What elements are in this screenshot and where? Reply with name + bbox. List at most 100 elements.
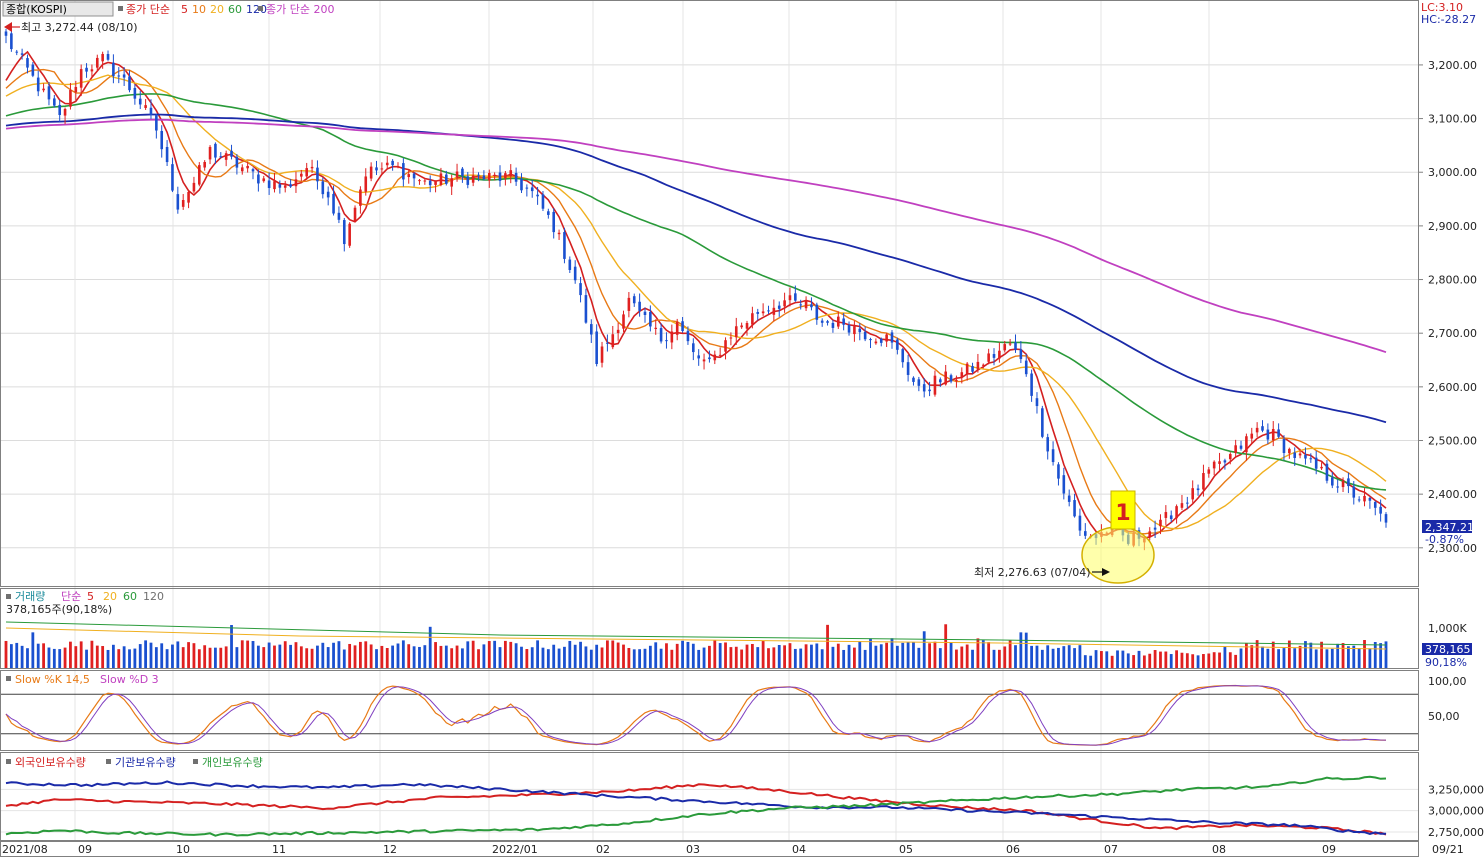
candle-body bbox=[326, 191, 330, 198]
candle-body bbox=[632, 296, 636, 304]
volume-bar bbox=[128, 649, 131, 668]
volume-bar bbox=[391, 645, 395, 668]
volume-bar bbox=[541, 647, 545, 668]
volume-bar bbox=[1169, 654, 1173, 668]
candle-body bbox=[697, 355, 700, 359]
candle-body bbox=[439, 173, 443, 185]
candle-body bbox=[976, 361, 980, 370]
stoch-tick-50: 50,00 bbox=[1428, 710, 1460, 723]
candle-body bbox=[482, 175, 486, 180]
candle-body bbox=[353, 207, 357, 222]
candle-body bbox=[810, 304, 813, 308]
volume-bar bbox=[1347, 646, 1350, 668]
volume-bar bbox=[729, 647, 733, 668]
candle-body bbox=[649, 311, 652, 327]
candle-body bbox=[1341, 480, 1345, 488]
index-label: 종합(KOSPI) bbox=[6, 3, 67, 16]
volume-bar bbox=[133, 648, 137, 668]
volume-bar bbox=[101, 646, 105, 668]
volume-bar bbox=[922, 631, 926, 668]
price-tick-label-7: 2,500.00 bbox=[1428, 435, 1477, 448]
candle-body bbox=[144, 105, 147, 108]
volume-bar bbox=[69, 641, 72, 668]
candle-body bbox=[1245, 436, 1248, 453]
slow-d-label: Slow %D 3 bbox=[100, 673, 159, 686]
volume-bar bbox=[853, 647, 856, 668]
volume-bar bbox=[1363, 640, 1366, 668]
candle-body bbox=[1062, 475, 1066, 494]
holdings-legend: 외국인보유수량 기관보유수량 개인보유수량 bbox=[6, 756, 263, 769]
candle-body bbox=[724, 340, 727, 352]
volume-bar bbox=[1234, 654, 1238, 668]
candle-body bbox=[675, 322, 679, 335]
candle-body bbox=[670, 331, 674, 343]
hc-label: HC:-28.27 bbox=[1421, 13, 1476, 26]
candle-body bbox=[767, 310, 770, 312]
price-tick-label-6: 2,600.00 bbox=[1428, 381, 1477, 394]
volume-ma-20: 20 bbox=[103, 590, 117, 603]
volume-bar bbox=[1202, 654, 1205, 668]
volume-bar bbox=[106, 649, 110, 668]
volume-bar bbox=[52, 648, 56, 668]
candle-body bbox=[547, 211, 550, 215]
candle-body bbox=[740, 325, 743, 328]
volume-bar bbox=[530, 647, 534, 668]
kospi-chart[interactable]: 3,200.00 3,100.00 3,000.00 2,900.00 2,800.00… bbox=[0, 0, 1484, 858]
candle-body bbox=[1261, 426, 1264, 431]
volume-bar bbox=[783, 645, 786, 668]
volume-bar bbox=[181, 647, 185, 668]
candle-body bbox=[1239, 445, 1243, 449]
volume-bar bbox=[1116, 650, 1119, 668]
volume-ma-60: 60 bbox=[123, 590, 137, 603]
candle-body bbox=[257, 174, 260, 184]
candle-body bbox=[493, 174, 496, 176]
legend-bullet-indiv bbox=[193, 759, 198, 764]
time-label-6: 02 bbox=[596, 843, 610, 856]
volume-bar bbox=[842, 649, 846, 668]
candle-body bbox=[187, 191, 190, 203]
volume-bar bbox=[423, 645, 427, 668]
volume-bar bbox=[466, 641, 470, 668]
volume-bar bbox=[906, 642, 910, 668]
candle-body bbox=[772, 307, 776, 315]
volume-bar bbox=[1309, 642, 1313, 668]
candle-body bbox=[348, 223, 351, 246]
candle-body bbox=[1218, 461, 1221, 464]
candle-body bbox=[971, 366, 974, 372]
candle-body bbox=[804, 301, 808, 309]
volume-bar bbox=[525, 649, 529, 668]
candle-body bbox=[836, 316, 840, 327]
volume-bar bbox=[1094, 650, 1098, 668]
candle-body bbox=[783, 300, 786, 307]
volume-bar bbox=[36, 643, 40, 668]
candle-body bbox=[1051, 449, 1055, 463]
candle-body bbox=[863, 331, 867, 340]
candle-body bbox=[643, 311, 647, 315]
volume-bar bbox=[1255, 640, 1259, 668]
volume-bar bbox=[799, 648, 803, 668]
candle-body bbox=[917, 379, 921, 386]
volume-bar bbox=[573, 644, 577, 668]
volume-bar bbox=[928, 643, 931, 668]
volume-bar bbox=[418, 646, 421, 668]
volume-bar bbox=[26, 648, 29, 668]
volume-bar bbox=[63, 647, 67, 668]
volume-bar bbox=[348, 643, 352, 668]
volume-title: 거래량 bbox=[15, 590, 45, 603]
candle-body bbox=[300, 173, 303, 177]
volume-bar bbox=[563, 646, 566, 668]
candle-body bbox=[1250, 433, 1254, 439]
candle-body bbox=[289, 184, 292, 187]
candle-body bbox=[831, 322, 835, 328]
volume-bar bbox=[342, 649, 346, 668]
candle-body bbox=[1228, 454, 1232, 460]
candle-body bbox=[1035, 398, 1039, 407]
volume-bar bbox=[665, 643, 668, 668]
volume-bar bbox=[944, 624, 948, 668]
price-tick-label-3: 2,900.00 bbox=[1428, 220, 1477, 233]
candle-body bbox=[949, 375, 953, 382]
volume-bar bbox=[847, 644, 851, 668]
candle-body bbox=[751, 313, 754, 325]
candle-body bbox=[79, 69, 83, 88]
volume-bar bbox=[1046, 645, 1050, 668]
